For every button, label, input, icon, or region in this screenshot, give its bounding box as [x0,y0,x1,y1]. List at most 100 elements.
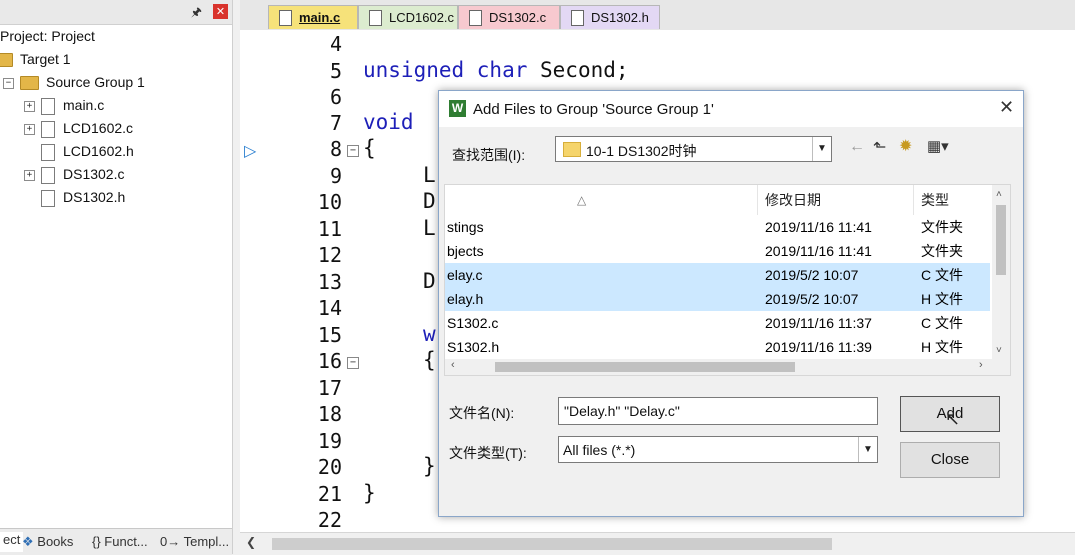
line-number: 11 [317,217,342,241]
project-panel-header: 🖈︎ ✕ [0,0,232,25]
tree-file-label: DS1302.c [63,166,125,182]
tree-file-ds1302-h[interactable]: DS1302.h [41,189,125,207]
file-name: elay.c [447,267,483,283]
line-number: 19 [317,429,342,453]
tab-ds1302-h[interactable]: DS1302.h [560,5,660,29]
expand-icon[interactable]: + [24,100,35,112]
tab-label: main.c [299,10,341,25]
file-type: H 文件 [921,339,963,355]
keil-app-icon: W [449,100,466,117]
filename-input[interactable]: "Delay.h" "Delay.c" [558,397,878,425]
scroll-up-icon[interactable]: ˄ [996,189,1002,200]
books-icon: ❖ [22,534,34,549]
tab-templates[interactable]: 0→ Templ... [160,534,229,549]
file-type: 文件夹 [921,243,963,259]
back-icon[interactable]: ← [849,138,865,156]
file-row[interactable]: stings 2019/11/16 11:41 文件夹 [445,215,990,239]
file-type: 文件夹 [921,219,963,235]
scroll-down-icon[interactable]: ˅ [996,345,1002,356]
file-row-selected[interactable]: elay.c 2019/5/2 10:07 C 文件 [445,263,990,287]
file-list-vertical-scrollbar[interactable]: ˄ ˅ [992,185,1010,359]
file-icon [469,10,482,26]
file-name: S1302.h [447,339,500,355]
tab-books[interactable]: ❖ Books [22,534,73,550]
scroll-left-icon[interactable]: ‹ [451,359,455,371]
chevron-down-icon[interactable]: ▼ [858,437,877,462]
line-number: 16 [317,349,342,373]
code-text: Second; [527,58,629,82]
tree-file-lcd1602-h[interactable]: LCD1602.h [41,143,134,161]
close-button[interactable]: Close [900,442,1000,478]
pin-icon[interactable]: 🖈︎ [191,3,202,24]
column-divider [757,185,758,215]
code-keyword: unsigned char [363,58,528,82]
line-number: 13 [317,270,342,294]
tab-ds1302-c[interactable]: DS1302.c [458,5,560,29]
tree-file-ds1302-c[interactable]: + DS1302.c [24,166,124,184]
look-in-combo[interactable]: 10-1 DS1302时钟 ▼ [555,136,832,162]
scroll-right-icon[interactable]: › [979,359,983,371]
view-menu-icon[interactable]: ▦▾ [927,137,949,155]
code-line-21: } [363,481,376,505]
file-row-selected[interactable]: elay.h 2019/5/2 10:07 H 文件 [445,287,990,311]
up-folder-icon[interactable]: ⬑ [873,137,886,157]
tab-lcd1602-c[interactable]: LCD1602.c [358,5,458,29]
expand-icon[interactable]: + [24,123,35,135]
code-line-7: void [363,110,414,134]
file-date: 2019/11/16 11:41 [765,219,872,235]
new-folder-icon[interactable]: ✹ [899,136,912,156]
dialog-title: Add Files to Group 'Source Group 1' [473,101,714,118]
column-header-date[interactable]: 修改日期 [765,185,821,215]
line-number: 21 [317,482,342,506]
file-list[interactable]: △ 修改日期 类型 stings 2019/11/16 11:41 文件夹 bj… [444,184,1011,376]
tab-label: LCD1602.c [389,10,455,25]
file-row[interactable]: bjects 2019/11/16 11:41 文件夹 [445,239,990,263]
filetype-select[interactable]: All files (*.*) ▼ [558,436,878,463]
file-row[interactable]: S1302.h 2019/11/16 11:39 H 文件 [445,335,990,359]
line-number: 22 [317,508,342,532]
filetype-value: All files (*.*) [563,442,636,458]
tab-functions[interactable]: {} Funct... [92,534,148,549]
open-folder-icon [20,76,39,91]
tab-project[interactable]: ect [0,532,24,552]
look-in-value: 10-1 DS1302时钟 [586,143,697,159]
tree-file-lcd1602-c[interactable]: + LCD1602.c [24,120,133,138]
filetype-label: 文件类型(T): [449,445,527,461]
scrollbar-thumb[interactable] [272,538,832,550]
line-number: 10 [317,190,342,214]
tree-project[interactable]: Project: Project [0,28,95,44]
file-date: 2019/5/2 10:07 [765,267,859,283]
line-number: 18 [317,402,342,426]
fold-collapse-icon[interactable]: − [347,357,359,369]
scroll-left-icon[interactable]: ❮ [246,535,256,549]
line-number: 12 [317,243,342,267]
file-type: H 文件 [921,291,963,307]
folder-icon [563,142,581,157]
file-icon [41,120,55,138]
file-icon [41,143,55,161]
tree-file-main-c[interactable]: + main.c [24,97,104,115]
dialog-title-bar[interactable]: W Add Files to Group 'Source Group 1' ✕ [439,91,1023,127]
tree-file-label: DS1302.h [63,189,126,205]
tree-project-label: Project: Project [0,28,95,44]
tab-label: DS1302.h [591,10,649,25]
file-name: elay.h [447,291,484,307]
fold-collapse-icon[interactable]: − [347,145,359,157]
scrollbar-thumb[interactable] [996,205,1006,275]
dialog-close-button[interactable]: ✕ [999,97,1014,118]
file-row[interactable]: S1302.c 2019/11/16 11:37 C 文件 [445,311,990,335]
file-name: bjects [447,243,484,259]
panel-close-button[interactable]: ✕ [213,4,228,19]
tree-source-group[interactable]: − Source Group 1 [3,74,145,91]
editor-horizontal-scrollbar[interactable]: ❮ [240,532,1075,555]
tree-target[interactable]: Target 1 [0,51,71,68]
tab-main-c[interactable]: main.c [268,5,358,29]
scrollbar-thumb[interactable] [495,362,795,372]
file-list-horizontal-scrollbar[interactable]: ‹ › [445,359,1010,375]
column-header-type[interactable]: 类型 [921,185,949,215]
tree-file-label: LCD1602.c [63,120,134,136]
chevron-down-icon[interactable]: ▼ [812,137,831,161]
filename-label: 文件名(N): [449,405,515,421]
collapse-icon[interactable]: − [3,77,14,89]
expand-icon[interactable]: + [24,169,35,181]
